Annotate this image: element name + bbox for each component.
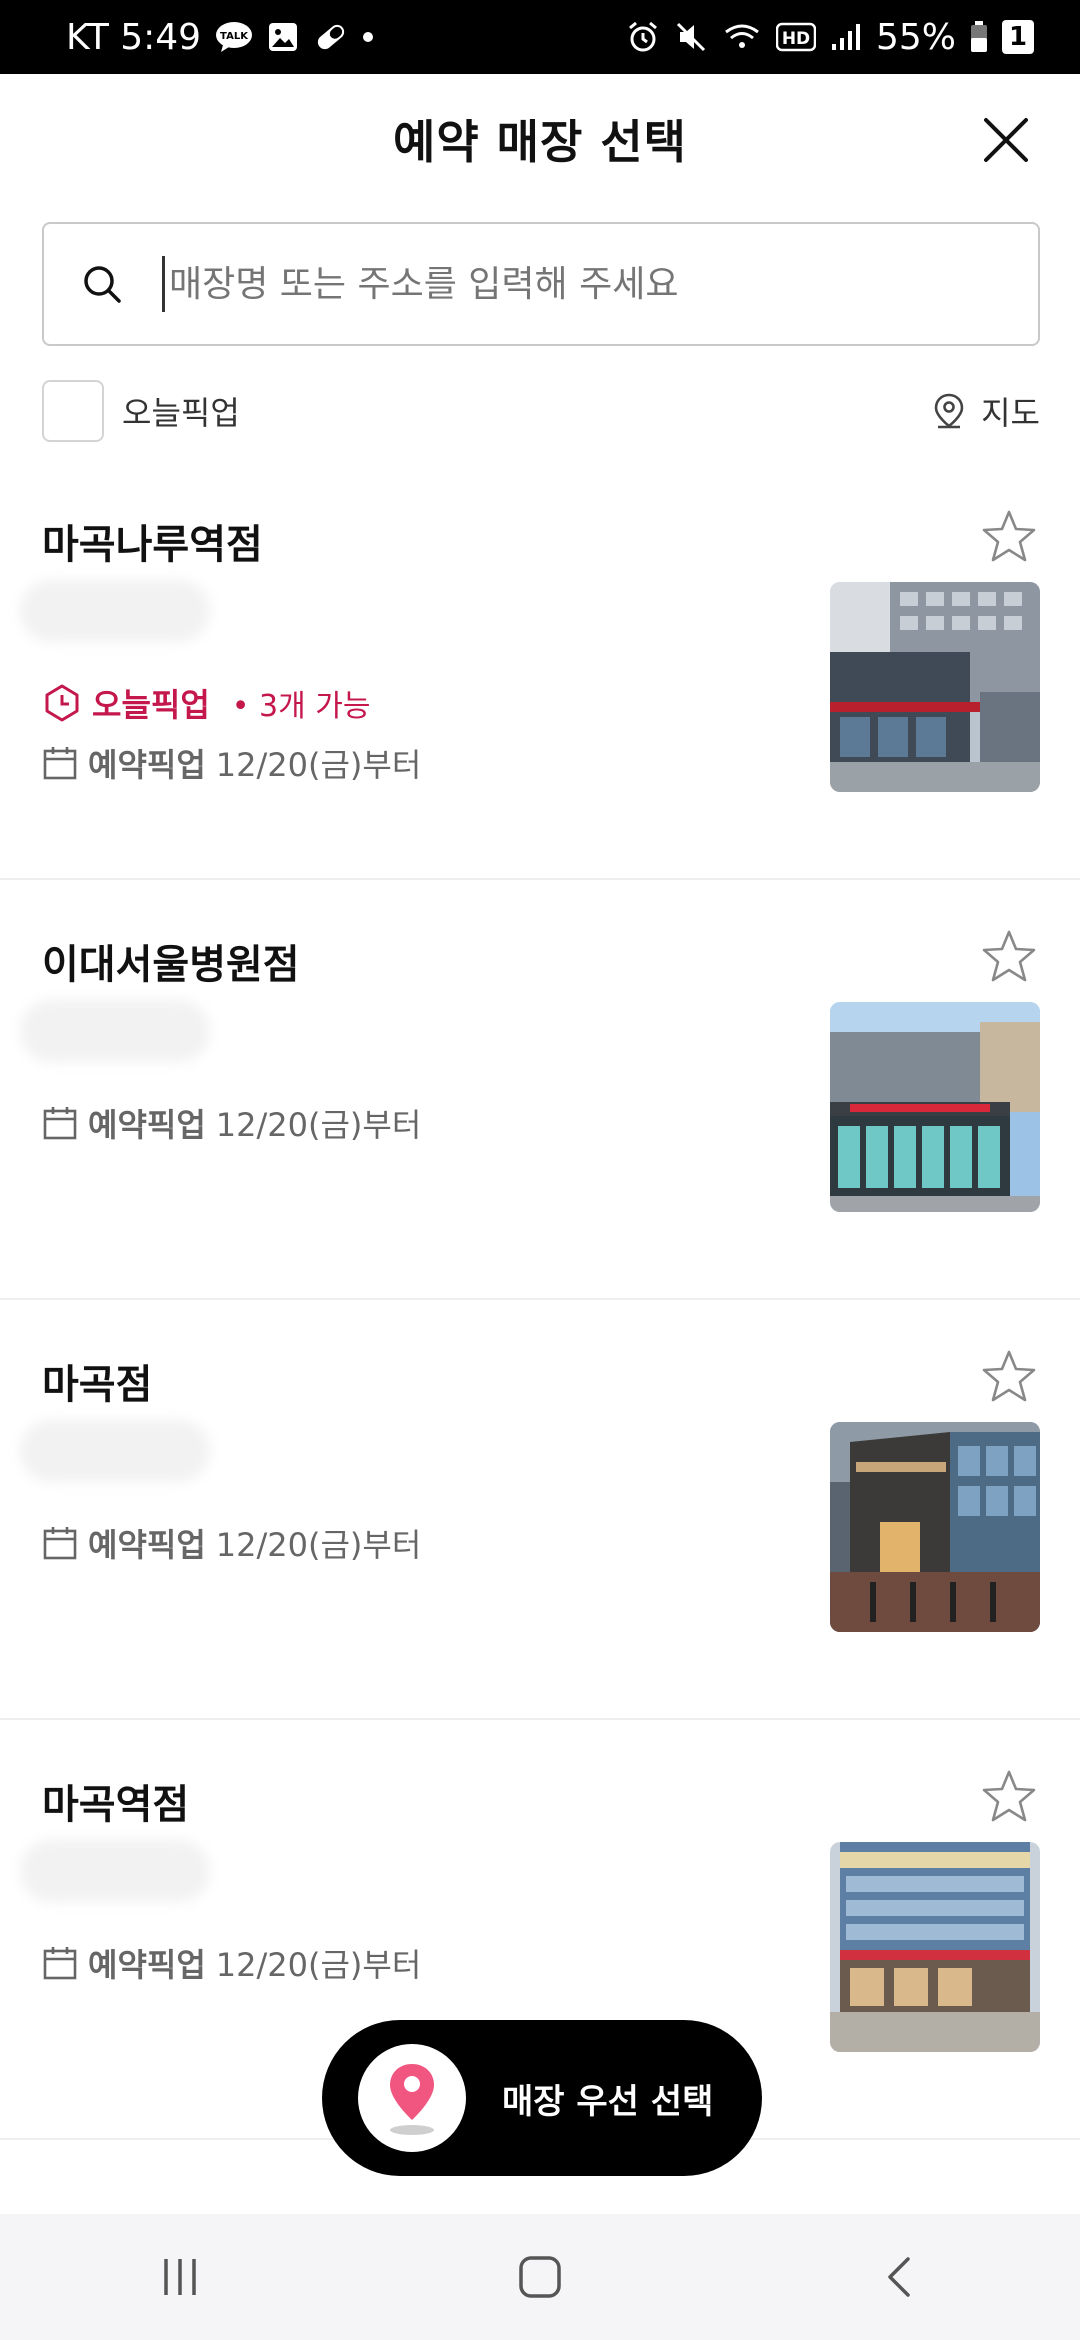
reserve-pickup-label: 예약픽업 [88, 1526, 206, 1564]
svg-text:HD: HD [782, 29, 810, 49]
store-photo [830, 1842, 1040, 2052]
today-pickup-filter[interactable]: 오늘픽업 [42, 380, 240, 442]
status-bar: KT 5:49 TALK HD 55% 1 [0, 0, 1080, 74]
signal-icon [830, 22, 862, 52]
store-priority-select-label: 매장 우선 선택 [502, 2081, 714, 2122]
talk-icon: TALK [215, 21, 253, 53]
reserve-pickup-line: 예약픽업 12/20(금)부터 [42, 1520, 421, 1566]
battery-icon [970, 21, 988, 53]
calendar-icon [43, 747, 77, 780]
today-pickup-label: 오늘픽업 [92, 686, 210, 724]
store-name: 마곡나루역점 [42, 522, 263, 568]
back-icon [888, 2257, 910, 2297]
store-name: 마곡역점 [42, 1782, 190, 1828]
home-icon [519, 2256, 561, 2298]
search-box[interactable] [42, 222, 1040, 346]
gallery-icon [267, 21, 299, 53]
hd-icon: HD [775, 22, 816, 52]
store-address-blurred [20, 1840, 210, 1902]
back-button[interactable] [860, 2247, 940, 2307]
map-label: 지도 [981, 394, 1040, 432]
system-nav-bar [0, 2214, 1080, 2340]
store-photo [830, 582, 1040, 792]
carrier-time: KT 5:49 [66, 16, 202, 58]
store-name: 이대서울병원점 [42, 942, 300, 988]
reserve-pickup-label: 예약픽업 [88, 746, 206, 784]
reserve-pickup-line: 예약픽업 12/20(금)부터 [42, 1940, 421, 1986]
today-pickup-checkbox[interactable] [42, 380, 104, 442]
reserve-pickup-line: 예약픽업 12/20(금)부터 [42, 1100, 421, 1146]
pill-icon [313, 21, 349, 53]
store-priority-select-button[interactable]: 매장 우선 선택 [322, 2020, 762, 2176]
page-title: 예약 매장 선택 [393, 115, 687, 169]
reserve-pickup-line: 예약픽업 12/20(금)부터 [42, 740, 421, 786]
close-button[interactable] [980, 114, 1032, 166]
text-caret [162, 256, 165, 312]
wifi-icon [722, 20, 762, 54]
store-item[interactable]: 마곡나루역점 오늘픽업 • 3개 가능 예약픽업 12/20(금)부터 [0, 460, 1080, 880]
filter-row: 오늘픽업 지도 [42, 378, 1040, 444]
location-pin-icon [358, 2044, 466, 2152]
store-item[interactable]: 마곡점 예약픽업 12/20(금)부터 [0, 1300, 1080, 1720]
svg-text:TALK: TALK [220, 31, 249, 42]
clock-icon [45, 684, 79, 722]
close-icon [984, 118, 1028, 162]
favorite-star-icon[interactable] [980, 928, 1038, 986]
recent-apps-button[interactable] [140, 2247, 220, 2307]
calendar-icon [43, 1107, 77, 1140]
store-photo [830, 1002, 1040, 1212]
mute-icon [674, 20, 708, 54]
notification-dot-icon [363, 32, 374, 42]
favorite-star-icon[interactable] [980, 1768, 1038, 1826]
store-address-blurred [20, 1420, 210, 1482]
home-button[interactable] [500, 2247, 580, 2307]
map-button[interactable]: 지도 [933, 388, 1040, 434]
store-address-blurred [20, 580, 210, 642]
favorite-star-icon[interactable] [980, 508, 1038, 566]
reserve-pickup-date: 12/20(금)부터 [215, 1946, 422, 1984]
battery-percent: 55% [875, 16, 956, 58]
store-name: 마곡점 [42, 1362, 153, 1408]
sim-badge: 1 [1002, 20, 1034, 54]
reserve-pickup-label: 예약픽업 [88, 1946, 206, 1984]
reserve-pickup-date: 12/20(금)부터 [215, 746, 422, 784]
reserve-pickup-date: 12/20(금)부터 [215, 1106, 422, 1144]
map-pin-icon [934, 393, 964, 429]
alarm-icon [626, 20, 660, 54]
recent-apps-icon [164, 2259, 196, 2295]
today-pickup-line: 오늘픽업 • 3개 가능 [42, 680, 370, 726]
reserve-pickup-date: 12/20(금)부터 [215, 1526, 422, 1564]
today-pickup-filter-label: 오늘픽업 [122, 394, 240, 432]
store-photo [830, 1422, 1040, 1632]
calendar-icon [43, 1527, 77, 1560]
reserve-pickup-label: 예약픽업 [88, 1106, 206, 1144]
store-address-blurred [20, 1000, 210, 1062]
app-header: 예약 매장 선택 [0, 74, 1080, 204]
search-input[interactable] [169, 263, 969, 305]
search-icon [84, 266, 121, 303]
calendar-icon [43, 1947, 77, 1980]
favorite-star-icon[interactable] [980, 1348, 1038, 1406]
store-item[interactable]: 이대서울병원점 예약픽업 12/20(금)부터 [0, 880, 1080, 1300]
today-pickup-availability: • 3개 가능 [231, 689, 371, 724]
